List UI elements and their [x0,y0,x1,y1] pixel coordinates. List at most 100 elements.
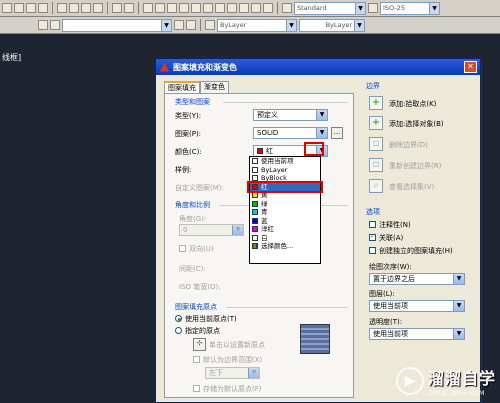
draw-order-select[interactable]: 置于边界之后 ▼ [369,273,465,285]
help-icon[interactable] [263,3,273,13]
color-option-cyan[interactable]: 青 [250,208,320,217]
layer-select[interactable]: 使用当前项 ▼ [369,300,465,312]
color-control-icon[interactable] [205,20,215,30]
dim-style-icon[interactable] [368,3,378,13]
tab-gradient[interactable]: 渐变色 [200,81,229,93]
spacing-label: 间距(C): [179,265,206,273]
chevron-down-icon: ▼ [161,19,171,31]
text-style-icon[interactable] [282,3,292,13]
annotative-label: 注释性(N) [379,221,411,229]
close-button[interactable]: ✕ [464,61,477,73]
angle-select[interactable]: 0 ▼ [179,224,244,236]
open-icon[interactable] [14,3,24,13]
pattern-browse-button[interactable]: ... [331,127,343,139]
markup-icon[interactable] [239,3,249,13]
annotation-highlight-red-option [247,181,323,193]
print-icon[interactable] [38,3,48,13]
design-center-icon[interactable] [203,3,213,13]
specified-origin-label: 指定的原点 [185,327,220,335]
dialog-titlebar[interactable]: 图案填充和渐变色 [156,59,480,75]
iso-pen-label: ISO 笔宽(O): [179,283,221,291]
type-select[interactable]: 预定义 ▼ [253,109,328,121]
click-set-origin-label: 单击以设置新原点 [209,341,265,349]
chevron-down-icon: ▼ [248,368,259,378]
remove-boundary-button[interactable]: ▫ [369,137,383,151]
linetype-field[interactable]: ByLayer ▼ [299,18,365,32]
layer-manager-icon[interactable] [38,20,48,30]
chevron-down-icon: ▼ [453,274,464,284]
color-label: 颜色(C): [175,148,202,156]
color-option-current[interactable]: 使用当前项 [250,157,320,166]
specified-origin-radio[interactable] [175,327,182,334]
chevron-down-icon: ▼ [286,19,296,31]
layers-toolbar: ▼ ByLayer ▼ ByLayer ▼ [0,17,500,34]
recreate-icon: ▫ [372,159,380,170]
properties-icon[interactable] [191,3,201,13]
origin-preview [300,324,330,354]
double-checkbox[interactable] [179,245,186,252]
zoom-window-icon[interactable] [167,3,177,13]
pattern-select[interactable]: SOLID ▼ [253,127,328,139]
layer-previous-icon[interactable] [186,20,196,30]
layer-combo[interactable]: ▼ [62,18,172,32]
watermark-logo-icon: ▶ [395,367,424,395]
text-style-combo[interactable]: Standard ▼ [294,1,366,15]
set-origin-button[interactable]: ⊹ [193,338,206,351]
chevron-down-icon: ▼ [355,2,365,14]
standard-toolbar: Standard ▼ ISO-25 ▼ [0,0,500,17]
copy-icon[interactable] [69,3,79,13]
match-icon[interactable] [93,3,103,13]
chevron-down-icon: ▼ [453,301,464,311]
paste-icon[interactable] [81,3,91,13]
transparency-select[interactable]: 使用当前项 ▼ [369,328,465,340]
swatch-magenta [252,226,258,233]
separate-hatch-checkbox[interactable] [369,247,376,254]
swatch-blue [252,217,258,224]
new-icon[interactable] [2,3,12,13]
color-option-green[interactable]: 绿 [250,200,320,209]
viewport-label: 线框] [2,53,22,62]
use-current-origin-label: 使用当前原点(T) [185,315,237,323]
extent-position-select[interactable]: 左下 ▼ [205,367,260,379]
recreate-boundary-button[interactable]: ▫ [369,158,383,172]
tool-palettes-icon[interactable] [215,3,225,13]
layer-field[interactable]: ByLayer ▼ [217,18,297,32]
app-logo-icon [160,62,169,72]
undo-icon[interactable] [112,3,122,13]
view-selection-button[interactable]: ⌕ [369,179,383,193]
redo-icon[interactable] [124,3,134,13]
swatch-white [252,234,258,241]
annotation-highlight-dropdown-arrow [304,142,324,156]
add-pick-button[interactable]: + [369,96,383,110]
store-default-checkbox[interactable] [193,385,200,392]
color-option-white[interactable]: 白 [250,234,320,243]
zoom-realtime-icon[interactable] [155,3,165,13]
zoom-previous-icon[interactable] [179,3,189,13]
chevron-down-icon: ▼ [316,110,327,120]
annotative-checkbox[interactable] [369,221,376,228]
default-extent-checkbox[interactable] [193,356,200,363]
remove-icon: ▫ [372,138,380,149]
make-current-icon[interactable] [174,20,184,30]
use-current-origin-radio[interactable] [175,315,182,322]
dim-style-combo[interactable]: ISO-25 ▼ [380,1,440,15]
color-option-blue[interactable]: 蓝 [250,217,320,226]
calculator-icon[interactable] [251,3,261,13]
save-icon[interactable] [26,3,36,13]
color-option-bylayer[interactable]: ByLayer [250,166,320,175]
associative-checkbox[interactable]: ✓ [369,232,376,241]
associative-label: 关联(A) [379,234,404,242]
add-select-button[interactable]: + [369,116,383,130]
crosshair-icon: ⊹ [196,339,203,347]
layer-state-icon[interactable] [50,20,60,30]
plus-icon: + [371,117,381,128]
sheet-set-icon[interactable] [227,3,237,13]
pan-icon[interactable] [143,3,153,13]
cut-icon[interactable] [57,3,67,13]
swatch-cyan [252,209,258,216]
color-option-magenta[interactable]: 洋红 [250,225,320,234]
chevron-down-icon: ▼ [232,225,243,235]
add-select-label: 添加:选择对象(B) [389,120,444,128]
custom-pattern-label: 自定义图案(M): [175,184,224,192]
color-option-select-color[interactable]: 选择颜色... [250,242,320,251]
